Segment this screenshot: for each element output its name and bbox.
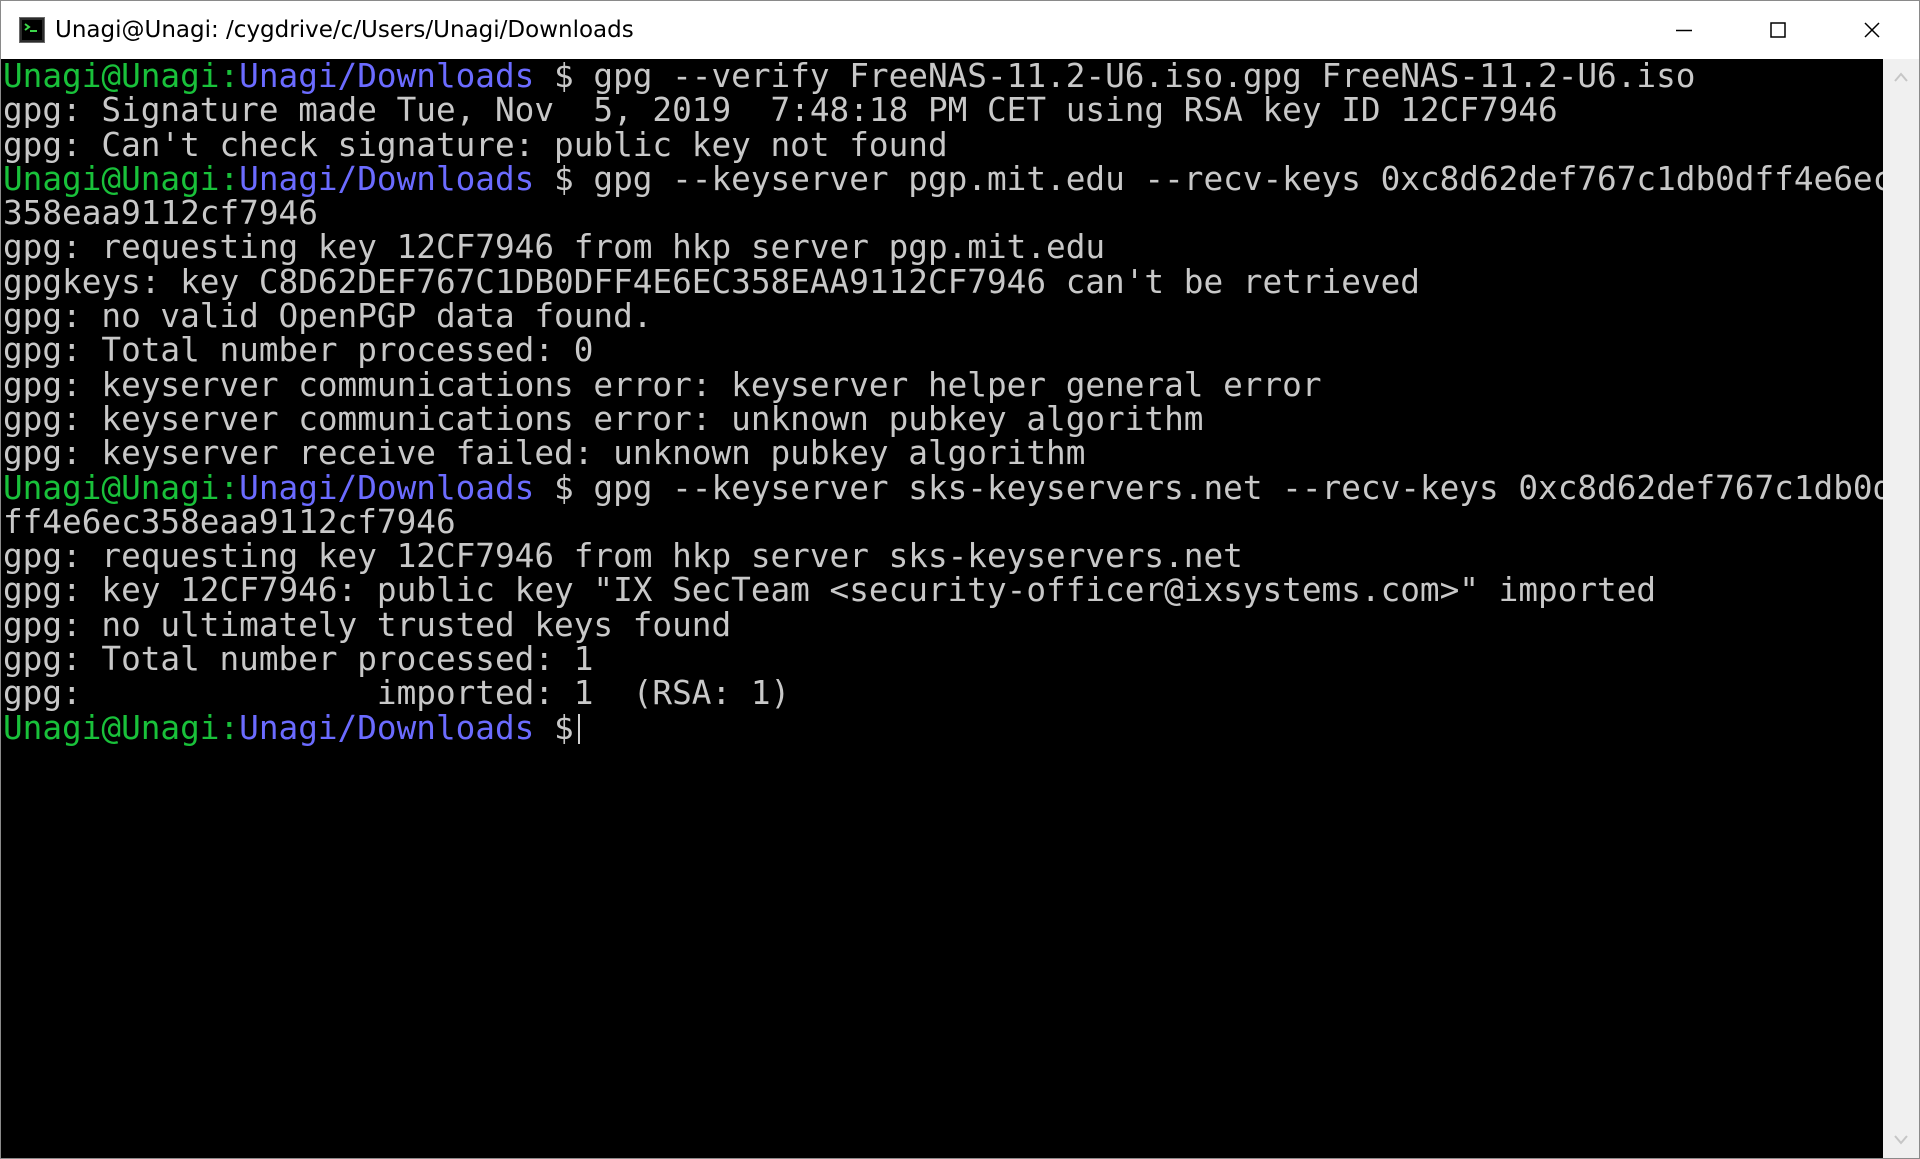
title-bar[interactable]: Unagi@Unagi: /cygdrive/c/Users/Unagi/Dow… [1, 1, 1919, 59]
prompt-user: Unagi@Unagi: [3, 159, 240, 198]
output-line: gpg: Signature made Tue, Nov 5, 2019 7:4… [3, 91, 1558, 130]
command-text: $ gpg --verify FreeNAS-11.2-U6.iso.gpg F… [534, 57, 1696, 95]
terminal-output[interactable]: Unagi@Unagi:Unagi/Downloads $ gpg --veri… [1, 59, 1892, 1158]
output-line: gpg: key 12CF7946: public key "IX SecTea… [3, 571, 1657, 610]
cygwin-terminal-icon[interactable] [17, 15, 47, 45]
output-line: gpg: Can't check signature: public key n… [3, 125, 948, 164]
maximize-icon [1770, 22, 1786, 38]
prompt-user: Unagi@Unagi: [3, 468, 240, 507]
prompt-path: Unagi/Downloads [239, 468, 535, 507]
output-line: gpg: imported: 1 (RSA: 1) [3, 674, 791, 713]
scroll-up-button[interactable] [1883, 59, 1919, 95]
scroll-up-arrow-icon [1894, 72, 1908, 82]
output-line: gpg: Total number processed: 0 [3, 331, 594, 370]
command-text: $ [534, 708, 574, 747]
output-line: gpgkeys: key C8D62DEF767C1DB0DFF4E6EC358… [3, 262, 1420, 301]
output-line: gpg: requesting key 12CF7946 from hkp se… [3, 537, 1243, 576]
output-line: gpg: no ultimately trusted keys found [3, 605, 732, 644]
scroll-down-button[interactable] [1883, 1122, 1919, 1158]
terminal-window: Unagi@Unagi: /cygdrive/c/Users/Unagi/Dow… [0, 0, 1920, 1159]
text-cursor [577, 713, 580, 744]
window-title: Unagi@Unagi: /cygdrive/c/Users/Unagi/Dow… [55, 17, 634, 43]
command-text: $ gpg --keyserver sks-keyservers.net --r… [534, 468, 1893, 507]
scroll-down-arrow-icon [1894, 1135, 1908, 1145]
prompt-line: Unagi@Unagi:Unagi/Downloads $ gpg --keys… [1, 159, 1892, 198]
command-text: $ gpg --keyserver pgp.mit.edu --recv-key… [534, 159, 1893, 198]
output-line: gpg: keyserver communications error: unk… [3, 399, 1204, 438]
prompt-line: Unagi@Unagi:Unagi/Downloads $ [1, 708, 1883, 747]
output-line: gpg: Total number processed: 1 [3, 640, 594, 679]
minimize-icon [1676, 29, 1692, 32]
vertical-scrollbar[interactable] [1883, 59, 1919, 1158]
prompt-path: Unagi/Downloads [239, 159, 535, 198]
output-line: gpg: no valid OpenPGP data found. [3, 297, 653, 336]
maximize-button[interactable] [1731, 1, 1825, 59]
output-line: 358eaa9112cf7946 [3, 194, 318, 233]
window-controls [1637, 1, 1919, 59]
prompt-user: Unagi@Unagi: [3, 708, 240, 747]
output-line: gpg: keyserver communications error: key… [3, 365, 1322, 404]
prompt-user: Unagi@Unagi: [3, 57, 240, 95]
output-line: gpg: requesting key 12CF7946 from hkp se… [3, 228, 1106, 267]
prompt-path: Unagi/Downloads [239, 708, 535, 747]
close-icon [1864, 22, 1880, 38]
prompt-line: Unagi@Unagi:Unagi/Downloads $ gpg --keys… [1, 468, 1892, 507]
minimize-button[interactable] [1637, 1, 1731, 59]
output-line: gpg: keyserver receive failed: unknown p… [3, 434, 1086, 473]
output-line: ff4e6ec358eaa9112cf7946 [3, 502, 456, 541]
prompt-path: Unagi/Downloads [239, 57, 535, 95]
close-button[interactable] [1825, 1, 1919, 59]
prompt-line: Unagi@Unagi:Unagi/Downloads $ gpg --veri… [1, 59, 1883, 93]
